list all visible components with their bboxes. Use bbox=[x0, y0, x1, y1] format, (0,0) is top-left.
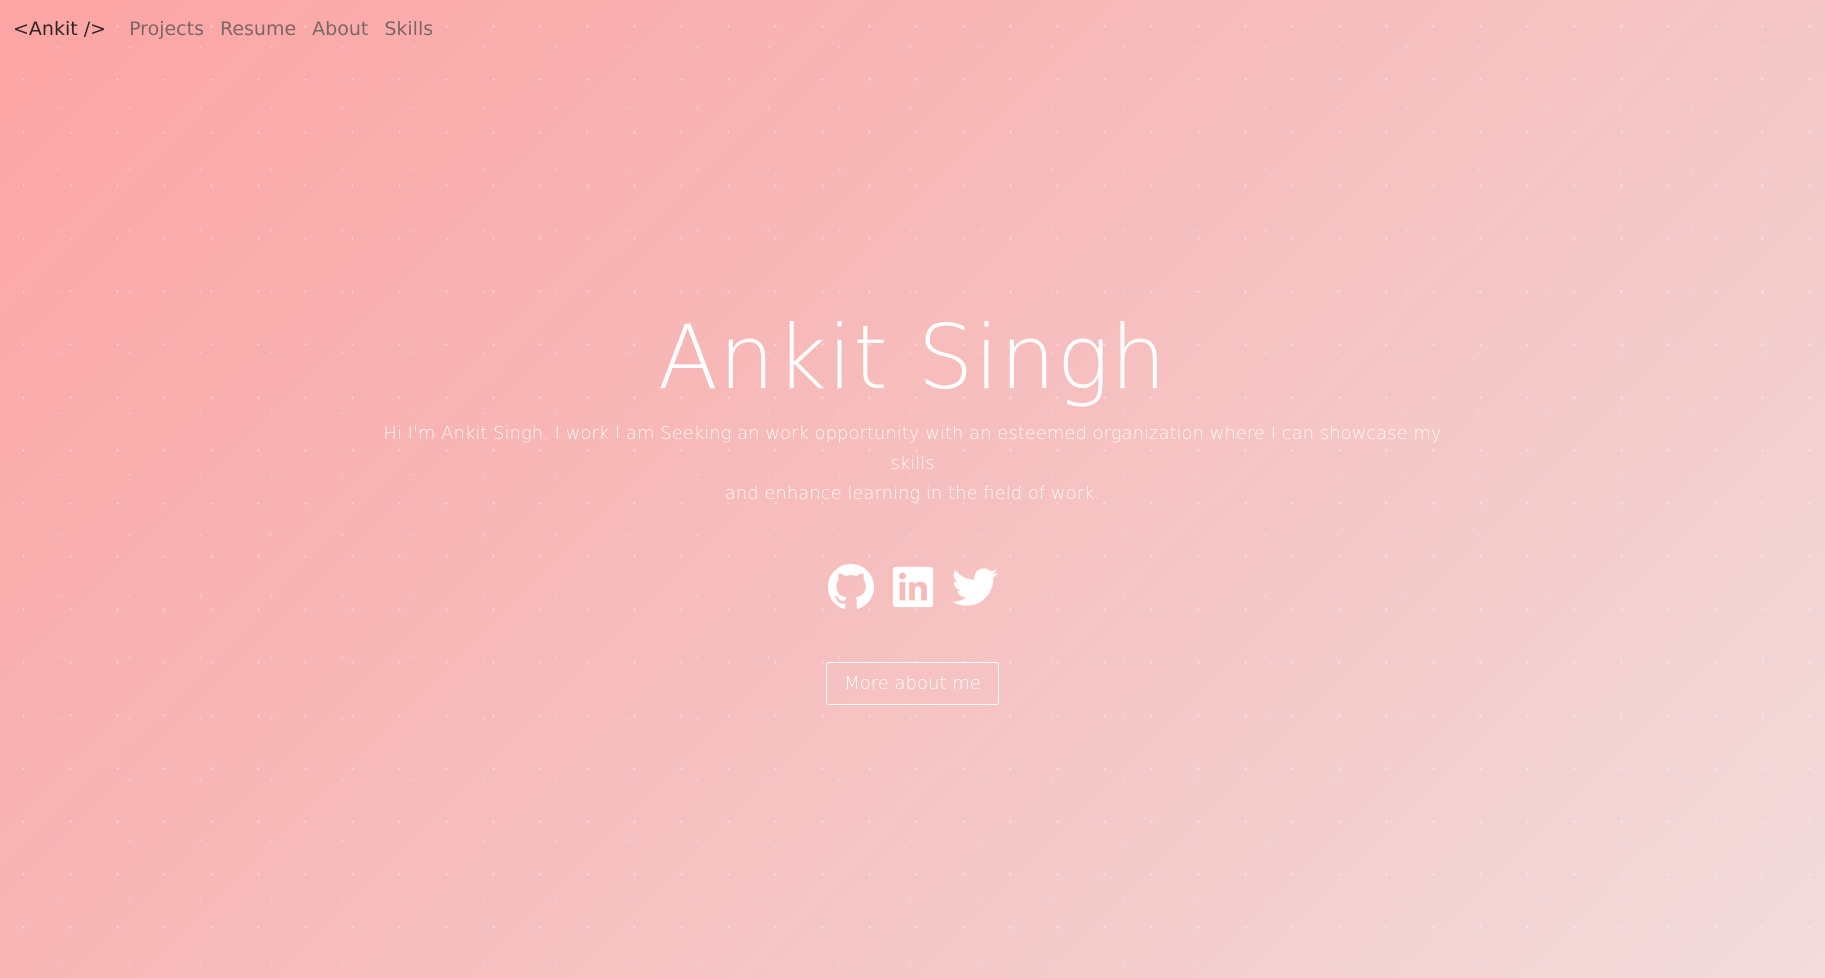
github-icon bbox=[827, 564, 874, 609]
nav-link-about[interactable]: About bbox=[312, 18, 368, 40]
hero-section: Ankit Singh Hi I'm Ankit Singh. I work I… bbox=[0, 303, 1825, 705]
twitter-link[interactable] bbox=[951, 564, 998, 610]
more-about-me-button[interactable]: More about me bbox=[826, 662, 999, 705]
nav-link-skills[interactable]: Skills bbox=[384, 18, 433, 40]
linkedin-icon bbox=[892, 566, 933, 608]
hero-intro-text: Hi I'm Ankit Singh. I work I am Seeking … bbox=[368, 419, 1458, 509]
hero-name-heading: Ankit Singh bbox=[657, 306, 1168, 409]
hero-intro-line-1: Hi I'm Ankit Singh. I work I am Seeking … bbox=[383, 423, 1442, 474]
linkedin-link[interactable] bbox=[890, 564, 936, 610]
nav-link-projects[interactable]: Projects bbox=[129, 18, 204, 40]
brand-logo-link[interactable]: <Ankit /> bbox=[13, 18, 106, 40]
twitter-icon bbox=[951, 568, 998, 606]
social-links bbox=[0, 564, 1825, 610]
github-link[interactable] bbox=[827, 564, 874, 610]
nav-link-resume[interactable]: Resume bbox=[220, 18, 296, 40]
hero-intro-line-2: and enhance learning in the field of wor… bbox=[724, 483, 1101, 504]
top-navbar: <Ankit /> Projects Resume About Skills bbox=[13, 14, 449, 44]
